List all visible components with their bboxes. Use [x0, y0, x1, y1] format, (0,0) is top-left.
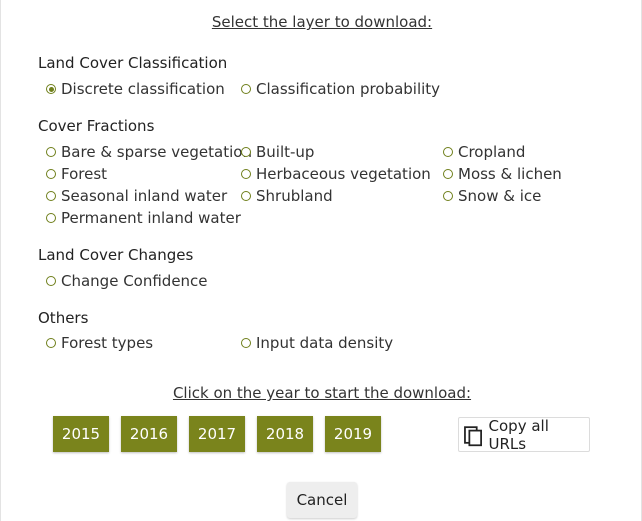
radio-input-data-density[interactable]: Input data density [241, 334, 393, 352]
radio-icon [241, 147, 251, 157]
section-title-others: Others [38, 309, 89, 327]
radio-icon [241, 191, 251, 201]
section-title-land-cover-classification: Land Cover Classification [38, 54, 228, 72]
section-title-cover-fractions: Cover Fractions [38, 117, 155, 135]
radio-checked-icon [46, 84, 56, 94]
radio-permanent-inland-water[interactable]: Permanent inland water [46, 209, 241, 227]
option-label: Bare & sparse vegetation [61, 143, 252, 161]
radio-icon [46, 276, 56, 286]
option-label: Herbaceous vegetation [256, 165, 431, 183]
copy-icon [464, 425, 482, 446]
radio-icon [241, 338, 251, 348]
radio-built-up[interactable]: Built-up [241, 143, 314, 161]
option-label: Built-up [256, 143, 315, 161]
option-label: Seasonal inland water [61, 187, 228, 205]
radio-herbaceous-vegetation[interactable]: Herbaceous vegetation [241, 165, 431, 183]
year-button-2018[interactable]: 2018 [257, 416, 313, 452]
option-label: Moss & lichen [458, 165, 562, 183]
radio-icon [46, 169, 56, 179]
year-button-2015[interactable]: 2015 [53, 416, 109, 452]
radio-seasonal-inland-water[interactable]: Seasonal inland water [46, 187, 227, 205]
radio-snow-ice[interactable]: Snow & ice [443, 187, 541, 205]
option-label: Cropland [458, 143, 526, 161]
copy-all-urls-label: Copy all URLs [488, 416, 549, 453]
option-label: Forest types [61, 334, 154, 352]
radio-discrete-classification[interactable]: Discrete classification [46, 80, 225, 98]
cancel-button[interactable]: Cancel [287, 482, 357, 518]
section-title-land-cover-changes: Land Cover Changes [38, 246, 194, 264]
radio-icon [241, 84, 251, 94]
radio-classification-probability[interactable]: Classification probability [241, 80, 440, 98]
year-button-2016[interactable]: 2016 [121, 416, 177, 452]
radio-icon [241, 169, 251, 179]
option-label: Input data density [256, 334, 394, 352]
radio-forest[interactable]: Forest [46, 165, 107, 183]
option-label: Snow & ice [458, 187, 542, 205]
radio-moss-lichen[interactable]: Moss & lichen [443, 165, 562, 183]
option-label: Permanent inland water [61, 209, 241, 227]
radio-icon [443, 147, 453, 157]
option-label: Forest [61, 165, 108, 183]
radio-cropland[interactable]: Cropland [443, 143, 525, 161]
radio-bare-sparse-vegetation[interactable]: Bare & sparse vegetation [46, 143, 252, 161]
year-button-2017[interactable]: 2017 [189, 416, 245, 452]
radio-icon [46, 338, 56, 348]
radio-icon [443, 191, 453, 201]
select-layer-heading: Select the layer to download: [211, 13, 433, 31]
year-button-2019[interactable]: 2019 [325, 416, 381, 452]
option-label: Classification probability [256, 80, 441, 98]
download-dialog: Select the layer to download: Land Cover… [0, 0, 642, 521]
radio-forest-types[interactable]: Forest types [46, 334, 153, 352]
radio-icon [46, 191, 56, 201]
option-label: Shrubland [256, 187, 333, 205]
copy-all-urls-button[interactable]: Copy all URLs [458, 416, 590, 453]
option-label: Discrete classification [61, 80, 225, 98]
radio-change-confidence[interactable]: Change Confidence [46, 272, 208, 290]
radio-icon [46, 147, 56, 157]
radio-shrubland[interactable]: Shrubland [241, 187, 333, 205]
radio-icon [443, 169, 453, 179]
radio-icon [46, 213, 56, 223]
download-instruction: Click on the year to start the download: [172, 384, 472, 402]
option-label: Change Confidence [61, 272, 208, 290]
